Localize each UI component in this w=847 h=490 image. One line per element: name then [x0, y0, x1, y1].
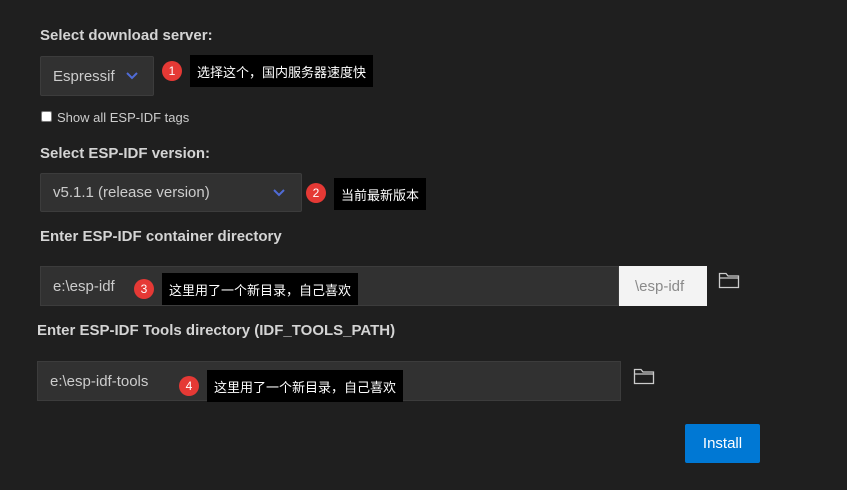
chevron-down-icon: [126, 72, 138, 80]
tools-label: Enter ESP-IDF Tools directory (IDF_TOOLS…: [37, 322, 396, 339]
chevron-down-icon: [273, 188, 285, 196]
tools-directory-value: e:\esp-idf-tools: [50, 372, 149, 390]
version-select-value: v5.1.1 (release version): [53, 184, 210, 201]
container-directory-value: e:\esp-idf: [53, 277, 115, 295]
folder-icon[interactable]: [718, 270, 740, 290]
server-select[interactable]: Espressif: [40, 56, 154, 96]
annotation-tip-2: 当前最新版本: [334, 178, 427, 210]
server-select-value: Espressif: [53, 67, 115, 85]
show-all-tags-checkbox[interactable]: [41, 111, 52, 122]
annotation-tip-3: 这里用了一个新目录，自己喜欢: [162, 273, 359, 305]
annotation-badge-1: 1: [162, 61, 182, 81]
annotation-badge-4: 4: [179, 376, 199, 396]
version-select[interactable]: v5.1.1 (release version): [40, 173, 302, 212]
install-button[interactable]: Install: [685, 424, 760, 463]
server-label: Select download server:: [40, 27, 213, 44]
version-label: Select ESP-IDF version:: [40, 145, 211, 162]
annotation-tip-1: 选择这个，国内服务器速度快: [190, 55, 374, 87]
container-label: Enter ESP-IDF container directory: [40, 228, 282, 245]
annotation-badge-3: 3: [134, 279, 154, 299]
show-all-tags-label: Show all ESP-IDF tags: [57, 110, 190, 125]
annotation-badge-2: 2: [306, 183, 326, 203]
annotation-tip-4: 这里用了一个新目录，自己喜欢: [207, 370, 404, 402]
container-suffix: \esp-idf: [619, 266, 707, 306]
folder-icon[interactable]: [633, 366, 655, 386]
